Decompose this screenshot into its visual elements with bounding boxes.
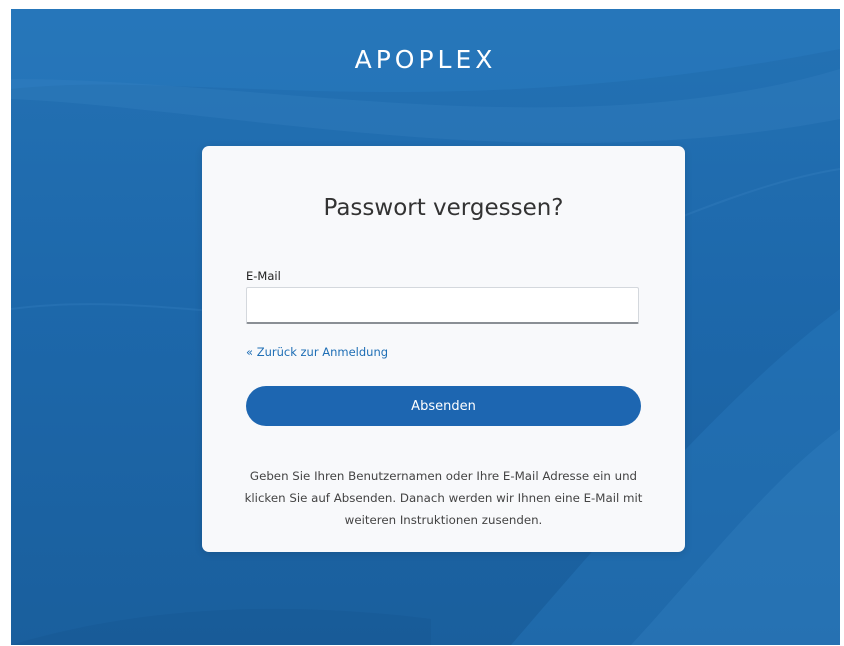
back-to-login-link[interactable]: « Zurück zur Anmeldung — [246, 345, 388, 359]
email-field[interactable] — [246, 287, 639, 324]
help-text: Geben Sie Ihren Benutzernamen oder Ihre … — [244, 469, 643, 527]
password-reset-card: Passwort vergessen? E-Mail « Zurück zur … — [202, 146, 685, 552]
brand-logo-text: APOPLEX — [354, 45, 497, 74]
page-title: Passwort vergessen? — [323, 195, 564, 221]
login-background: APOPLEX Passwort vergessen? E-Mail « Zur… — [11, 9, 840, 645]
submit-button[interactable]: Absenden — [246, 386, 641, 426]
email-label: E-Mail — [246, 269, 281, 283]
